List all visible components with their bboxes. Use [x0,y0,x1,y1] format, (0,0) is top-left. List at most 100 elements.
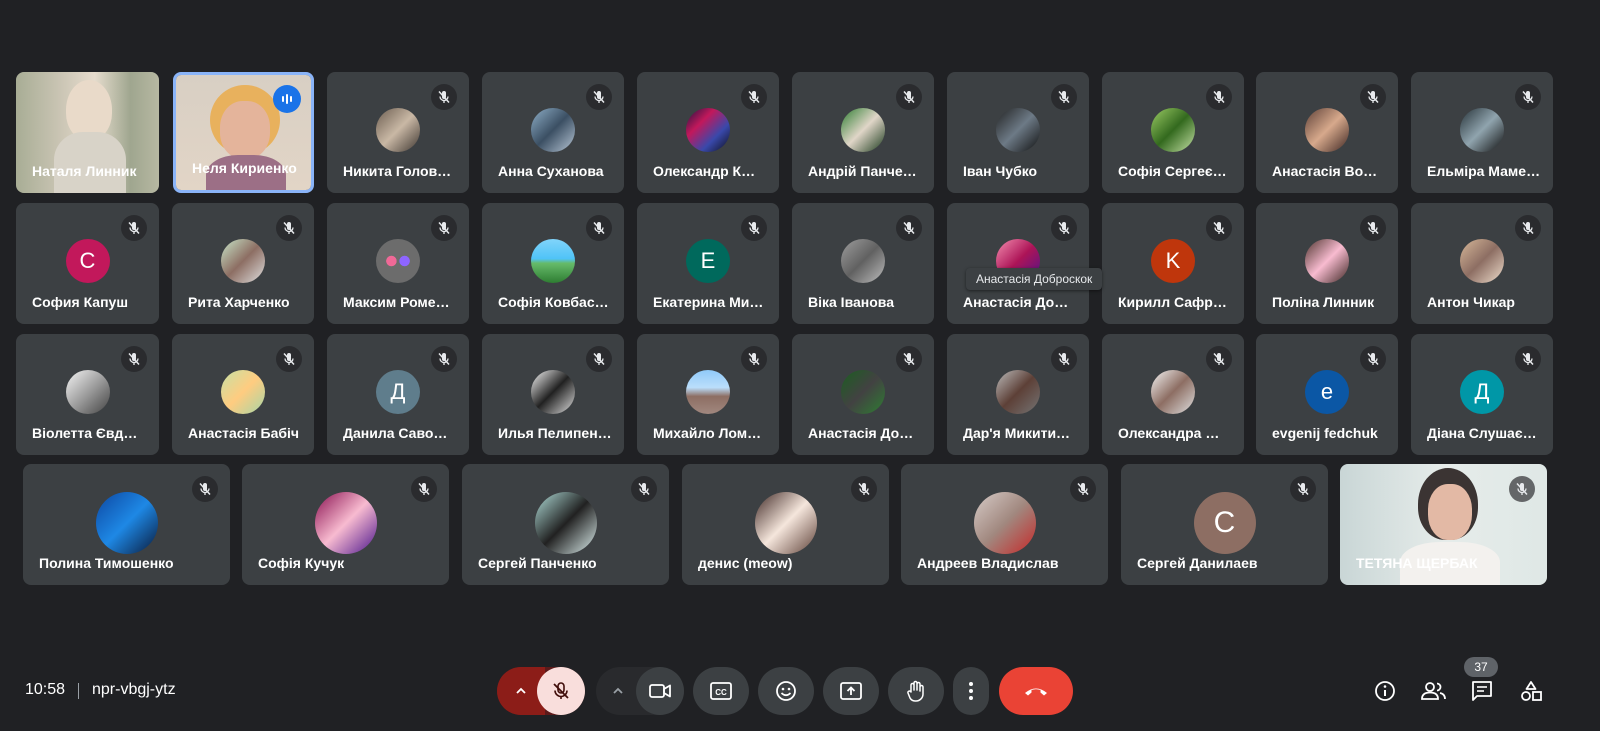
avatar [221,370,265,414]
participant-tile[interactable]: Софія Кучук [242,464,449,585]
participant-tile-speaking[interactable]: Неля Кириенко [173,72,314,193]
chevron-up-icon [613,687,623,694]
participant-tile[interactable]: Андрій Панче… [792,72,934,193]
divider [78,683,79,699]
chevron-up-icon [516,687,526,694]
mic-off-icon [192,476,218,502]
participant-tile[interactable]: e evgenij fedchuk [1256,334,1398,455]
person-shape [220,101,270,159]
leave-call-button[interactable] [999,667,1073,715]
camera-control-group [596,667,684,715]
mic-off-icon [1515,215,1541,241]
participant-tile[interactable]: денис (meow) [682,464,889,585]
participant-tile[interactable]: Антон Чикар [1411,203,1553,324]
mic-toggle-button[interactable] [537,667,585,715]
participant-name: Софія Кучук [258,555,345,571]
chat-button[interactable] [1467,676,1497,706]
mic-off-icon [896,215,922,241]
participant-tile[interactable]: Софія Сергеє… [1102,72,1244,193]
video-options-button[interactable] [596,667,640,715]
mic-control-group [497,667,585,715]
participant-tile[interactable]: ТЕТЯНА ЩЕРБАК [1340,464,1547,585]
participant-tile[interactable]: Олександра … [1102,334,1244,455]
participant-name: Андрій Панче… [808,163,917,179]
mic-off-icon [1360,346,1386,372]
participant-name: Олександра … [1118,425,1220,441]
avatar [314,492,377,554]
participant-tile[interactable]: Віка Іванова [792,203,934,324]
participant-tile[interactable]: Віолетта Євд… [16,334,159,455]
participant-tile[interactable]: Анна Суханова [482,72,624,193]
avatar [95,492,158,554]
participant-tile[interactable]: Наталя Линник [16,72,159,193]
mic-off-icon [1070,476,1096,502]
participant-tile[interactable]: Іван Чубко [947,72,1089,193]
participant-tile[interactable]: E Екатерина Ми… [637,203,779,324]
participant-tile[interactable]: C София Капуш [16,203,159,324]
avatar [531,370,575,414]
raise-hand-button[interactable] [888,667,944,715]
mic-off-icon [896,346,922,372]
mic-off-icon [1051,84,1077,110]
camera-toggle-button[interactable] [636,667,684,715]
participant-name: Анастасія До… [963,294,1069,310]
participant-tile[interactable]: K Кирилл Сафр… [1102,203,1244,324]
mic-off-icon [741,346,767,372]
participant-name: денис (meow) [698,555,793,571]
mic-off-icon [1360,84,1386,110]
participant-tile[interactable]: Дар'я Микити… [947,334,1089,455]
participant-tile[interactable]: C Сергей Данилаев [1121,464,1328,585]
participant-tile[interactable]: Анастасія До… [792,334,934,455]
participant-tile[interactable]: Михайло Лом… [637,334,779,455]
participant-name: Сергей Панченко [478,555,597,571]
mic-off-icon [741,84,767,110]
avatar [1151,370,1195,414]
participant-tile[interactable]: Анастасія Во… [1256,72,1398,193]
participants-button[interactable] [1419,676,1449,706]
participant-tile[interactable]: Поліна Линник [1256,203,1398,324]
svg-text:CC: CC [715,688,727,697]
participant-tile[interactable]: Сергей Панченко [462,464,669,585]
reactions-button[interactable] [758,667,814,715]
participant-tile[interactable]: Максим Роме… [327,203,469,324]
participant-tile[interactable]: Олександр К… [637,72,779,193]
participant-name: Андреев Владислав [917,555,1059,571]
avatar [531,239,575,283]
captions-button[interactable]: CC [693,667,749,715]
mic-off-icon [431,215,457,241]
participant-tile[interactable]: Софія Ковбас… [482,203,624,324]
participant-tile[interactable]: Д Данила Саво… [327,334,469,455]
participant-tile[interactable]: Анастасія До… [947,203,1089,324]
meeting-code: npr-vbgj-ytz [92,681,176,698]
avatar [996,370,1040,414]
participant-tile[interactable]: Илья Пелипен… [482,334,624,455]
participant-tile[interactable]: Никита Голов… [327,72,469,193]
activities-button[interactable] [1516,676,1546,706]
mic-off-icon [276,346,302,372]
avatar-initial: C [1193,492,1256,554]
participant-tile[interactable]: Андреев Владислав [901,464,1108,585]
participant-tile[interactable]: Анастасія Бабіч [172,334,314,455]
avatar [376,108,420,152]
present-button[interactable] [823,667,879,715]
participant-tile[interactable]: Ельміра Маме… [1411,72,1553,193]
person-shape [66,80,112,140]
more-options-button[interactable] [953,667,989,715]
participant-name: Рита Харченко [188,294,290,310]
participant-tile[interactable]: Д Діана Слушає… [1411,334,1553,455]
participant-name: Поліна Линник [1272,294,1375,310]
participant-name: Михайло Лом… [653,425,762,441]
mic-off-icon [851,476,877,502]
chat-icon [1472,681,1492,701]
avatar [973,492,1036,554]
avatar-initial: E [686,239,730,283]
participants-count-badge: 37 [1464,657,1498,677]
avatar [996,108,1040,152]
mic-off-icon [1051,346,1077,372]
end-call-icon [1025,688,1047,696]
mic-off-icon [586,215,612,241]
meeting-details-button[interactable] [1370,676,1400,706]
people-icon [1421,682,1446,700]
participant-tile[interactable]: Полина Тимошенко [23,464,230,585]
participant-tile[interactable]: Рита Харченко [172,203,314,324]
